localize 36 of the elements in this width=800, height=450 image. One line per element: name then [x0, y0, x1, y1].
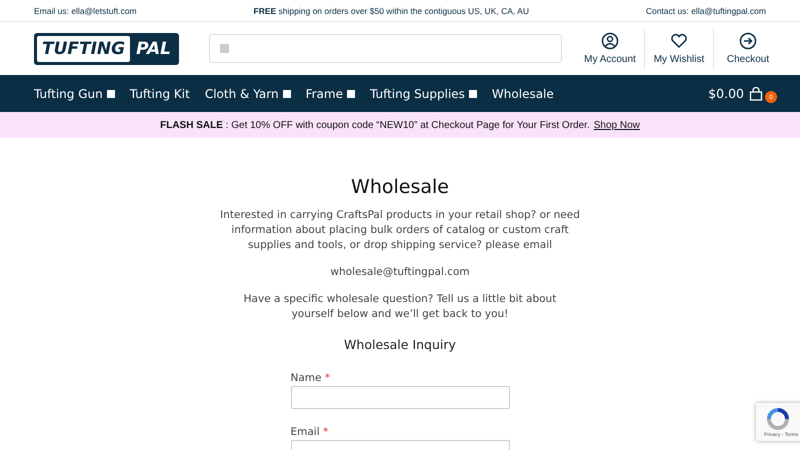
- required-mark: *: [324, 372, 330, 384]
- header-link[interactable]: My Account: [576, 28, 644, 70]
- wholesale-email: wholesale@tuftingpal.com: [330, 265, 470, 280]
- intro-text: Interested in carrying CraftsPal products in your retail shop? or need information about placing bulk orders of catalog or custom craft supplies and tools, or drop shipping service? please email: [219, 208, 581, 253]
- nav-item[interactable]: Tufting Kit: [130, 86, 190, 100]
- page-title: Wholesale: [351, 176, 449, 198]
- nav-item[interactable]: Wholesale: [492, 86, 554, 100]
- logo[interactable]: TUFTING PAL: [34, 32, 179, 64]
- field-label: Name: [290, 372, 322, 384]
- nav-item[interactable]: Cloth & Yarn: [204, 86, 291, 100]
- arrow-circle-icon: [739, 32, 757, 50]
- heart-icon: [670, 32, 688, 50]
- nav-item[interactable]: Tufting Supplies: [370, 86, 477, 100]
- recaptcha-icon: [764, 406, 792, 432]
- shop-now-link[interactable]: Shop Now: [594, 120, 640, 130]
- input-field[interactable]: [290, 386, 510, 409]
- header-link[interactable]: My Wishlist: [644, 28, 713, 70]
- nav-item[interactable]: Tufting Gun: [34, 86, 115, 100]
- field-label: Email: [290, 426, 320, 438]
- dropdown-icon: [106, 90, 115, 98]
- contact-text: Contact us: ella@tuftingpal.com: [646, 6, 766, 16]
- dropdown-icon: [346, 90, 355, 98]
- form-title: Wholesale Inquiry: [344, 337, 456, 352]
- flash-sale-text: FLASH SALE : Get 10% OFF with coupon code “NEW10” at Checkout Page for Your First Order.: [160, 120, 590, 130]
- email-text: Email us: ella@letstuft.com: [34, 6, 137, 16]
- shipping-notice: FREE shipping on orders over $50 within the contiguous US, UK, CA, AU: [254, 6, 529, 16]
- header-link[interactable]: Checkout: [713, 28, 782, 70]
- bag-icon[interactable]: [749, 86, 763, 100]
- nav-item[interactable]: Frame: [306, 86, 355, 100]
- search-field[interactable]: [209, 34, 562, 63]
- dropdown-icon: [282, 90, 291, 98]
- question-text: Have a specific wholesale question? Tell us a little bit about yourself below and we’ll get back to you!: [242, 292, 558, 322]
- required-mark: *: [322, 426, 328, 438]
- cart-total[interactable]: $0.00: [708, 86, 744, 101]
- dropdown-icon: [468, 90, 477, 98]
- user-icon: [601, 32, 619, 50]
